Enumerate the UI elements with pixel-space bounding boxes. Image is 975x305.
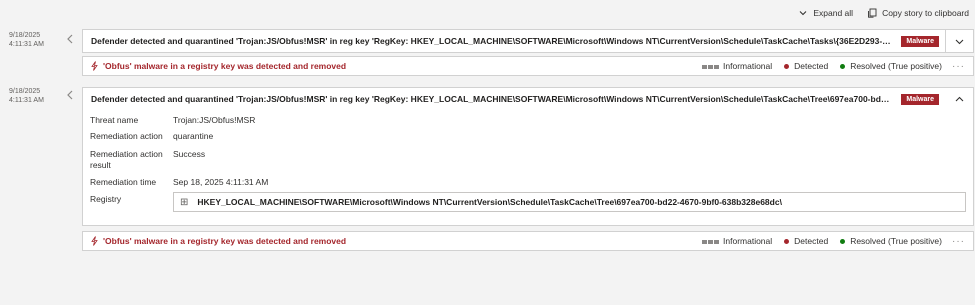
timeline-node-icon (67, 34, 73, 44)
event-time: 4:11:31 AM (9, 41, 44, 48)
timeline-node-icon (67, 90, 73, 100)
alert-lightning-icon (91, 61, 98, 71)
copy-story-label: Copy story to clipboard (882, 8, 969, 18)
status-indicator: Detected (784, 61, 828, 71)
chevron-down-icon (799, 11, 807, 16)
severity-bars-icon (702, 65, 720, 69)
alert-lightning-icon (91, 236, 98, 246)
expand-event-button[interactable] (945, 30, 973, 52)
remediation-time-label: Remediation time (90, 177, 157, 187)
event-date: 9/18/2025 (9, 32, 41, 39)
severity-indicator: Informational (702, 61, 772, 71)
resolved-dot-icon (840, 64, 846, 69)
chevron-down-icon (955, 39, 964, 44)
remediation-action-label: Remediation action (90, 131, 163, 141)
event-time: 4:11:31 AM (9, 97, 44, 104)
event-timestamp: 9/18/2025 4:11:31 AM (9, 87, 44, 105)
registry-entity[interactable]: ⊞ HKEY_LOCAL_MACHINE\SOFTWARE\Microsoft\… (173, 192, 966, 212)
event-card[interactable]: Defender detected and quarantined 'Troja… (82, 87, 974, 110)
status-dot-icon (784, 239, 790, 244)
alert-title[interactable]: 'Obfus' malware in a registry key was de… (103, 236, 346, 246)
status-label: Detected (794, 236, 829, 246)
copy-story-button[interactable]: Copy story to clipboard (867, 8, 969, 18)
alert-row[interactable]: 'Obfus' malware in a registry key was de… (82, 56, 974, 76)
remediation-time-value: Sep 18, 2025 4:11:31 AM (173, 177, 269, 187)
severity-indicator: Informational (702, 236, 772, 246)
alert-title[interactable]: 'Obfus' malware in a registry key was de… (103, 61, 346, 71)
classification-label: Resolved (True positive) (850, 61, 942, 71)
chevron-up-icon (955, 96, 963, 101)
event-card[interactable]: Defender detected and quarantined 'Troja… (82, 29, 974, 53)
more-options-icon[interactable]: ··· (952, 236, 965, 247)
event-timestamp: 9/18/2025 4:11:31 AM (9, 31, 44, 49)
resolved-dot-icon (840, 239, 846, 244)
status-label: Detected (794, 61, 829, 71)
alert-row[interactable]: 'Obfus' malware in a registry key was de… (82, 231, 974, 251)
more-options-icon[interactable]: ··· (952, 61, 965, 72)
malware-badge: Malware (901, 35, 939, 47)
timeline-toolbar: Expand all Copy story to clipboard (0, 0, 975, 26)
classification-indicator: Resolved (True positive) (840, 236, 942, 246)
registry-label: Registry (90, 194, 122, 204)
remediation-result-value: Success (173, 149, 206, 159)
expand-plus-icon[interactable]: ⊞ (180, 197, 188, 208)
event-details-panel: Threat name Trojan:JS/Obfus!MSR Remediat… (82, 109, 974, 226)
event-title: Defender detected and quarantined 'Troja… (91, 94, 894, 104)
remediation-action-value: quarantine (173, 131, 214, 141)
event-card-header[interactable]: Defender detected and quarantined 'Troja… (83, 88, 973, 110)
severity-label: Informational (723, 236, 773, 246)
collapse-event-button[interactable] (945, 88, 973, 110)
threat-name-label: Threat name (90, 115, 139, 125)
status-indicator: Detected (784, 236, 828, 246)
severity-label: Informational (723, 61, 773, 71)
classification-label: Resolved (True positive) (850, 236, 942, 246)
status-dot-icon (784, 64, 790, 69)
threat-name-value: Trojan:JS/Obfus!MSR (173, 115, 256, 125)
malware-badge: Malware (901, 93, 939, 105)
event-card-header[interactable]: Defender detected and quarantined 'Troja… (83, 30, 973, 52)
classification-indicator: Resolved (True positive) (840, 61, 942, 71)
registry-value: HKEY_LOCAL_MACHINE\SOFTWARE\Microsoft\Wi… (197, 197, 782, 207)
severity-bars-icon (702, 240, 720, 244)
expand-all-label: Expand all (813, 8, 854, 18)
event-date: 9/18/2025 (9, 88, 41, 95)
event-title: Defender detected and quarantined 'Troja… (91, 36, 894, 46)
remediation-result-label: Remediation action result (90, 149, 163, 170)
expand-all-button[interactable]: Expand all (798, 8, 853, 18)
copy-icon (868, 8, 877, 18)
